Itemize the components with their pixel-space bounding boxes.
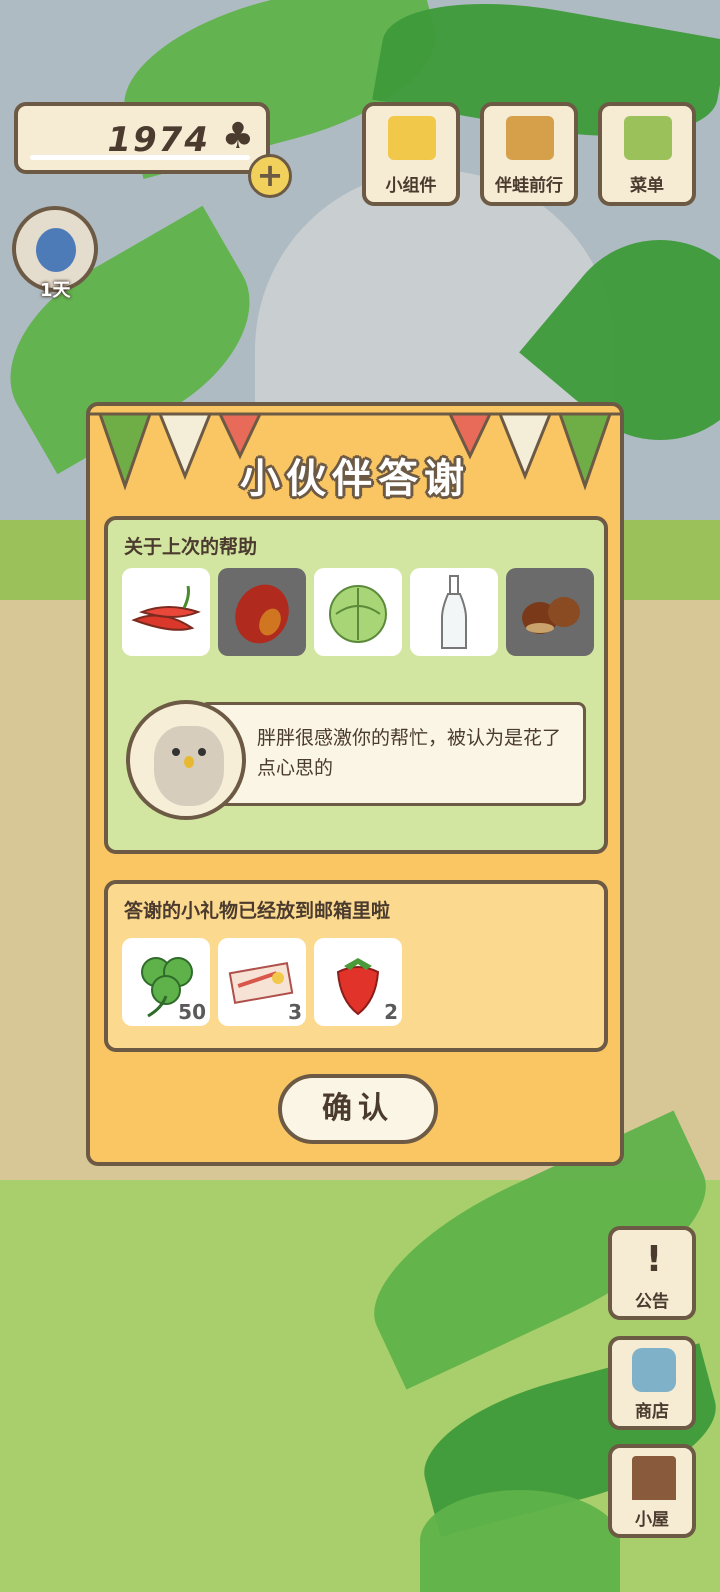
help-item[interactable] <box>218 568 306 656</box>
help-item[interactable] <box>506 568 594 656</box>
shop-label: 商店 <box>635 1402 669 1422</box>
clover-icon: ♣ <box>221 116 254 157</box>
menu-button[interactable]: 菜单 <box>598 102 696 206</box>
help-item[interactable] <box>410 568 498 656</box>
gift-row: 50 3 2 <box>122 938 402 1026</box>
thanks-dialog: 小伙伴答谢 关于上次的帮助 胖胖很感激你的帮忙，被认为是花了点心思的 答谢的小礼… <box>86 402 624 1166</box>
gift-quantity: 3 <box>288 1000 302 1024</box>
journal-icon <box>506 116 554 160</box>
help-item[interactable] <box>122 568 210 656</box>
gift-item[interactable]: 50 <box>122 938 210 1026</box>
gift-item[interactable]: 2 <box>314 938 402 1026</box>
menu-label: 菜单 <box>630 176 664 196</box>
journey-button[interactable]: 伴蛙前行 <box>480 102 578 206</box>
lily-pad-leaf <box>420 1490 620 1592</box>
sparrow-icon <box>154 726 224 806</box>
cabbage-icon <box>329 585 387 643</box>
gift-quantity: 50 <box>178 1000 206 1024</box>
house-icon <box>632 1456 676 1500</box>
chestnut-icon <box>522 597 580 634</box>
widget-button[interactable]: 小组件 <box>362 102 460 206</box>
bird-eye <box>198 748 206 756</box>
gift-panel: 答谢的小礼物已经放到邮箱里啦 50 3 2 <box>104 880 608 1052</box>
gift-quantity: 2 <box>384 1000 398 1024</box>
notice-label: 公告 <box>635 1292 669 1312</box>
add-clover-button[interactable]: + <box>248 154 292 198</box>
shop-button[interactable]: 商店 <box>608 1336 696 1430</box>
journey-label: 伴蛙前行 <box>495 176 563 196</box>
gift-item[interactable]: 3 <box>218 938 306 1026</box>
chili-pepper-icon <box>131 585 201 631</box>
menu-icon <box>624 116 672 160</box>
glass-bottle-icon <box>441 575 467 649</box>
widget-icon <box>388 116 436 160</box>
bird-eye <box>172 748 180 756</box>
clover-underline <box>30 155 250 160</box>
notice-button[interactable]: ! 公告 <box>608 1226 696 1320</box>
shop-bag-icon <box>632 1348 676 1392</box>
help-item-row <box>122 568 594 656</box>
friend-avatar <box>126 700 246 820</box>
penguin-icon <box>36 228 76 272</box>
confirm-button[interactable]: 确认 <box>278 1074 438 1144</box>
widget-label: 小组件 <box>385 176 437 196</box>
dialog-title: 小伙伴答谢 <box>240 456 470 502</box>
gift-caption: 答谢的小礼物已经放到邮箱里啦 <box>124 900 391 922</box>
visitor-day-label: 1天 <box>40 280 71 301</box>
exclamation-icon: ! <box>645 1239 663 1280</box>
thanks-speech-bubble: 胖胖很感激你的帮忙，被认为是花了点心思的 <box>200 702 586 806</box>
thanks-message: 胖胖很感激你的帮忙，被认为是花了点心思的 <box>257 727 562 779</box>
mango-icon <box>235 584 289 644</box>
clover-count: 1974 <box>107 120 210 160</box>
clover-counter: 1974 ♣ <box>14 102 270 174</box>
house-button[interactable]: 小屋 <box>608 1444 696 1538</box>
bird-beak <box>184 756 194 768</box>
help-panel: 关于上次的帮助 胖胖很感激你的帮忙，被认为是花了点心思的 <box>104 516 608 854</box>
help-caption: 关于上次的帮助 <box>124 536 258 558</box>
help-item[interactable] <box>314 568 402 656</box>
house-label: 小屋 <box>635 1510 669 1530</box>
